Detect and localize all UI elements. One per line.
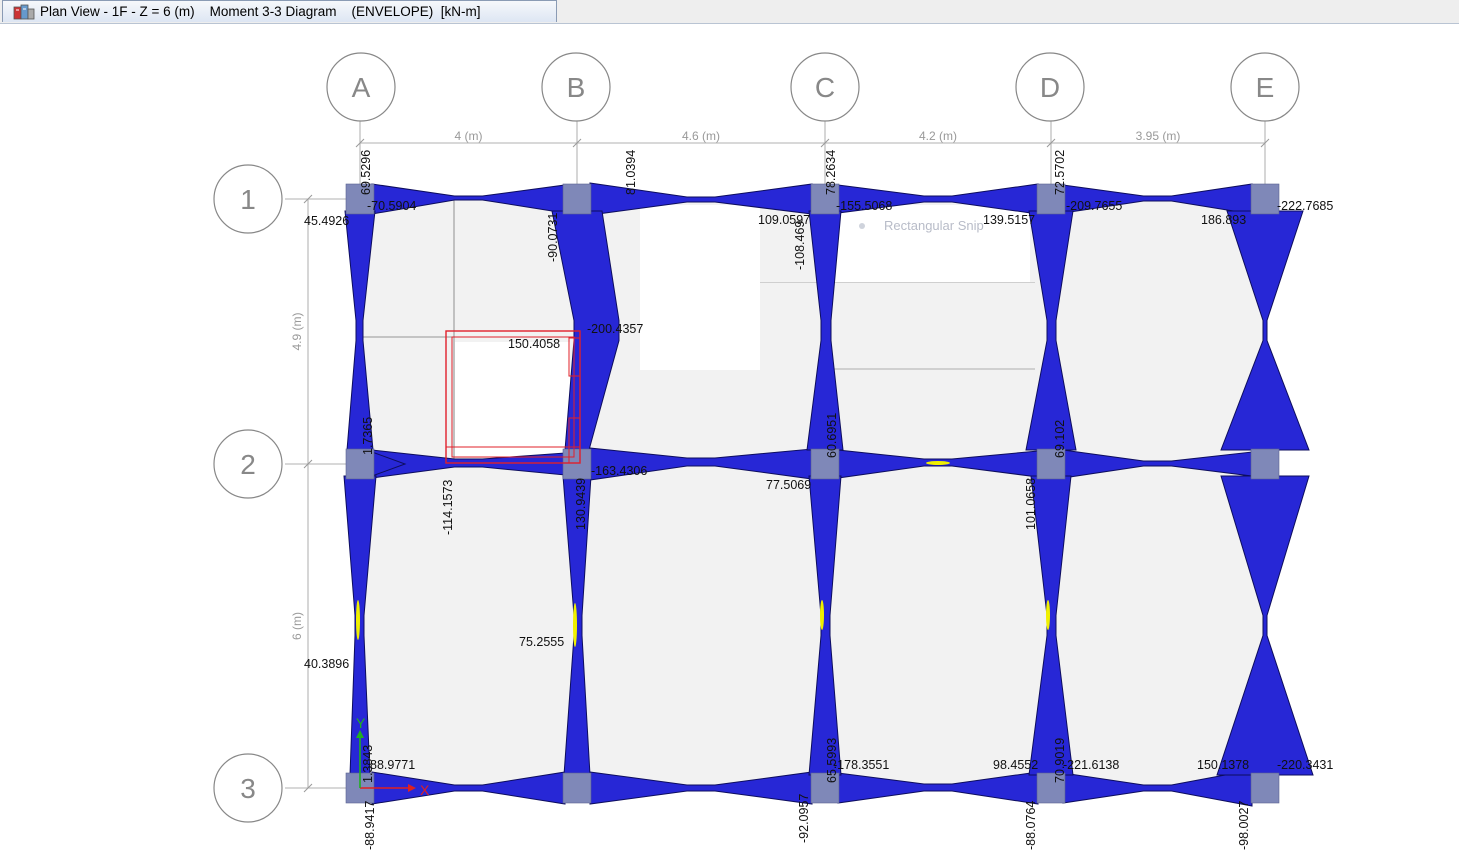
moment-value-label: 150.4058	[508, 337, 560, 351]
row-spacing-label: 6 (m)	[290, 612, 304, 640]
moment-value-label: -108.469	[793, 221, 807, 270]
moment-value-label: -222.7685	[1277, 199, 1333, 213]
moment-highlight	[926, 461, 950, 465]
grid-bubble-label: A	[352, 72, 371, 103]
structural-plan-canvas[interactable]: 4 (m) 4.6 (m) 4.2 (m) 3.95 (m)4.9 (m)6 (m) …	[0, 0, 1459, 857]
moment-highlight	[820, 600, 824, 630]
grid-bubble-label: E	[1256, 72, 1275, 103]
moment-value-label: 101.0658	[1024, 478, 1038, 530]
moment-value-label: -209.7655	[1066, 199, 1122, 213]
moment-highlight	[573, 603, 577, 647]
moment-value-label: 40.3896	[304, 657, 349, 671]
grid-bubble-label: C	[815, 72, 835, 103]
moment-value-label: -90.0731	[546, 213, 560, 262]
column-spacing-label: 4 (m)	[455, 129, 483, 143]
moment-highlight	[356, 600, 360, 640]
column-spacing-label: 4.6 (m)	[682, 129, 720, 143]
moment-value-label: 69.102	[1053, 420, 1067, 458]
moment-value-label: 75.2555	[519, 635, 564, 649]
moment-value-label: -220.3431	[1277, 758, 1333, 772]
moment-value-label: 88.9771	[370, 758, 415, 772]
grid-bubble-label: B	[567, 72, 586, 103]
column-spacing-label: 4.2 (m)	[919, 129, 957, 143]
moment-value-label: 130.9439	[574, 478, 588, 530]
slab-panel[interactable]	[577, 464, 825, 788]
moment-value-label: -98.0027	[1237, 801, 1251, 850]
moment-value-label: 150.1378	[1197, 758, 1249, 772]
moment-value-label: -221.6138	[1063, 758, 1119, 772]
moment-value-label: 69.5296	[359, 150, 373, 195]
moment-value-label: -200.4357	[587, 322, 643, 336]
snip-edge	[760, 282, 1035, 283]
moment-value-label: -155.5068	[836, 199, 892, 213]
moment-value-label: 186.893	[1201, 213, 1246, 227]
slab-panel[interactable]	[360, 464, 577, 788]
y-axis-label: Y	[356, 715, 366, 731]
moment-value-label: 60.6951	[825, 413, 839, 458]
moment-value-label: 78.2634	[824, 150, 838, 195]
column-section[interactable]	[562, 448, 592, 480]
column-section[interactable]	[1250, 183, 1280, 215]
column-spacing-label: 3.95 (m)	[1136, 129, 1181, 143]
grid-bubble-label: 2	[240, 449, 256, 480]
grid-bubble-label: D	[1040, 72, 1060, 103]
moment-value-label: -88.0764	[1024, 801, 1038, 850]
column-section[interactable]	[1250, 448, 1280, 480]
slab-panel[interactable]	[825, 464, 1051, 788]
moment-value-label: -88.9417	[363, 801, 377, 850]
moment-value-label: -114.1573	[441, 480, 455, 535]
x-axis-label: X	[420, 782, 430, 798]
snip-region	[640, 205, 760, 370]
moment-value-label: -70.5904	[367, 199, 416, 213]
row-spacing-label: 4.9 (m)	[290, 312, 304, 350]
moment-highlight	[1046, 600, 1050, 630]
moment-value-label: 139.5157	[983, 213, 1035, 227]
grid-bubble-label: 3	[240, 773, 256, 804]
moment-value-label: 98.4552	[993, 758, 1038, 772]
column-section[interactable]	[562, 772, 592, 804]
moment-value-label: 72.5702	[1053, 150, 1067, 195]
snip-region	[455, 342, 570, 457]
column-section[interactable]	[1250, 772, 1280, 804]
moment-value-label: -163.4306	[591, 464, 647, 478]
grid-bubble-label: 1	[240, 184, 256, 215]
snip-tooltip-dot	[859, 223, 865, 229]
moment-value-label: -178.3551	[833, 758, 889, 772]
moment-value-label: 81.0394	[624, 150, 638, 195]
snip-tooltip: Rectangular Snip	[884, 218, 984, 233]
moment-value-label: 1.7365	[361, 417, 375, 455]
moment-value-label: 77.5069	[766, 478, 811, 492]
moment-value-label: 45.4926	[304, 214, 349, 228]
column-section[interactable]	[562, 183, 592, 215]
moment-value-label: -92.0957	[797, 794, 811, 843]
